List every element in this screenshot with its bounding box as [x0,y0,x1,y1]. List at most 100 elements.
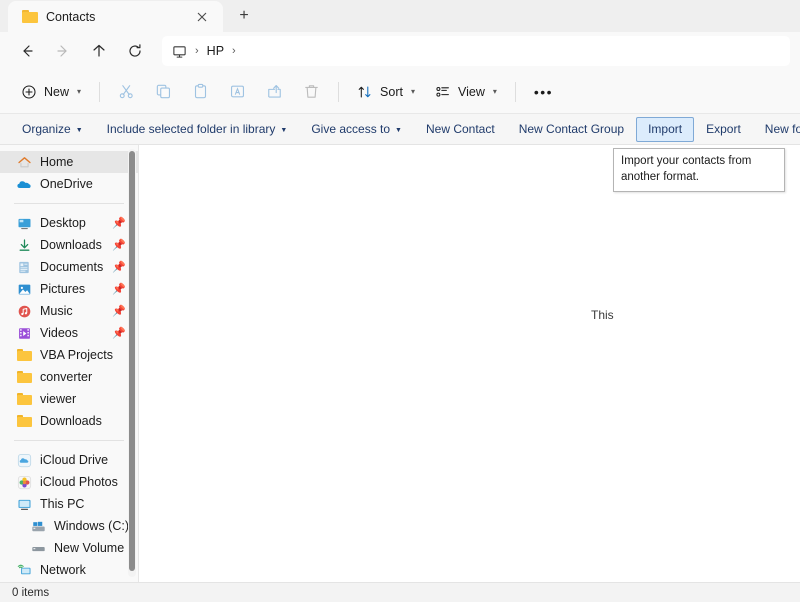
pin-icon[interactable]: 📌 [112,305,126,318]
pin-icon[interactable]: 📌 [112,283,126,296]
folder-icon [22,10,38,23]
sidebar-item-converter[interactable]: converter [0,366,138,388]
copy-icon [155,83,172,100]
pin-icon[interactable]: 📌 [112,239,126,252]
sidebar-item-label: Downloads [40,238,102,252]
cmd-organize-label: Organize [22,122,71,136]
view-button-label: View [457,84,485,99]
paste-icon [192,83,209,100]
sidebar-item-windows-c[interactable]: Windows (C:) [0,515,138,537]
cmd-include-folder-in-library[interactable]: Include selected folder in library ▼ [95,117,300,142]
ellipsis-icon: ••• [533,83,554,100]
pin-icon[interactable]: 📌 [112,217,126,230]
tab-contacts[interactable]: Contacts [8,1,223,32]
refresh-icon [129,44,141,57]
chevron-down-icon: ▼ [75,126,83,134]
share-icon [266,83,283,100]
close-icon[interactable] [191,6,213,28]
sidebar-item-label: OneDrive [40,177,93,191]
new-button[interactable]: New ▾ [12,76,90,108]
file-explorer-window: Contacts + › HP › New ▾ Sort ▾ View ▾ ••… [0,0,800,602]
cmd-new-folder[interactable]: New folder [753,117,800,142]
sidebar-item-label: viewer [40,392,77,406]
back-button[interactable] [10,36,44,66]
sidebar-scrollbar-thumb[interactable] [129,151,135,571]
sidebar-item-label: Desktop [40,216,86,230]
arrow-up-icon [93,44,105,57]
videos-film-icon [16,325,32,341]
this-pc-monitor-icon[interactable] [172,44,187,59]
cmd-import-label: Import [648,122,683,136]
trash-icon [303,83,320,100]
sidebar-item-viewer[interactable]: viewer [0,388,138,410]
breadcrumb-separator[interactable]: › [191,45,203,57]
copy-button[interactable] [146,76,181,108]
breadcrumb-item-hp[interactable]: HP [207,44,224,58]
sidebar-item-pictures[interactable]: Pictures 📌 [0,278,138,300]
cmd-import[interactable]: Import [636,116,695,142]
item-count-label: 0 items [12,586,50,599]
sidebar-item-downloads[interactable]: Downloads 📌 [0,234,138,256]
cmd-give-access-to[interactable]: Give access to ▼ [299,117,414,142]
pin-icon[interactable]: 📌 [112,327,126,340]
music-note-icon [16,303,32,319]
forward-button[interactable] [46,36,80,66]
network-icon [16,562,32,578]
sidebar-item-this-pc[interactable]: This PC [0,493,138,515]
delete-button[interactable] [294,76,329,108]
downloads-arrow-icon [16,237,32,253]
refresh-button[interactable] [118,36,152,66]
sidebar-item-icloud-drive[interactable]: iCloud Drive [0,449,138,471]
status-bar: 0 items [0,582,800,602]
sidebar-item-new-volume-d[interactable]: New Volume (D: [0,537,138,559]
desktop-icon [16,215,32,231]
address-bar[interactable]: › HP › [162,36,790,66]
sidebar-item-network[interactable]: Network [0,559,138,581]
sidebar-divider [14,203,124,204]
windows-drive-icon [30,518,46,534]
empty-folder-message: This [591,308,614,322]
rename-button[interactable] [220,76,255,108]
cmd-new-contact[interactable]: New Contact [414,117,507,142]
more-options-button[interactable]: ••• [525,76,562,108]
cmd-export[interactable]: Export [694,117,753,142]
file-list-area[interactable]: This [139,145,800,582]
view-button[interactable]: View ▾ [426,76,506,108]
documents-icon [16,259,32,275]
chevron-down-icon: ▾ [410,87,415,96]
pin-icon[interactable]: 📌 [112,261,126,274]
share-button[interactable] [257,76,292,108]
cut-button[interactable] [109,76,144,108]
chevron-down-icon: ▾ [492,87,497,96]
sidebar-item-music[interactable]: Music 📌 [0,300,138,322]
cmd-new-contact-group[interactable]: New Contact Group [507,117,636,142]
sidebar-item-videos[interactable]: Videos 📌 [0,322,138,344]
sidebar-item-home[interactable]: Home [0,151,138,173]
sidebar-item-desktop[interactable]: Desktop 📌 [0,212,138,234]
breadcrumb-separator-2[interactable]: › [228,45,240,57]
sidebar-item-onedrive[interactable]: OneDrive [0,173,138,195]
sidebar-scrollbar[interactable] [128,149,136,577]
paste-button[interactable] [183,76,218,108]
folder-icon [16,391,32,407]
sort-button[interactable]: Sort ▾ [348,76,424,108]
navigation-pane: Home OneDrive Desktop 📌 Downloads 📌 Docu… [0,145,138,582]
scissors-icon [118,83,135,100]
cmd-organize[interactable]: Organize ▼ [10,117,95,142]
chevron-down-icon: ▾ [77,87,82,96]
sidebar-item-label: Downloads [40,414,102,428]
sidebar-item-documents[interactable]: Documents 📌 [0,256,138,278]
sidebar-item-downloads-folder[interactable]: Downloads [0,410,138,432]
sidebar-item-icloud-photos[interactable]: iCloud Photos [0,471,138,493]
cmd-new-folder-label: New folder [764,122,800,136]
arrow-left-icon [23,45,33,57]
tab-strip: Contacts + [0,0,800,32]
up-button[interactable] [82,36,116,66]
chevron-down-icon: ▼ [280,126,288,134]
sort-button-label: Sort [380,84,403,99]
sidebar-item-label: Music [40,304,73,318]
sidebar-item-vba-projects[interactable]: VBA Projects [0,344,138,366]
sidebar-item-label: iCloud Drive [40,453,109,467]
cmd-new-contact-label: New Contact [425,122,495,136]
new-tab-button[interactable]: + [227,2,261,30]
